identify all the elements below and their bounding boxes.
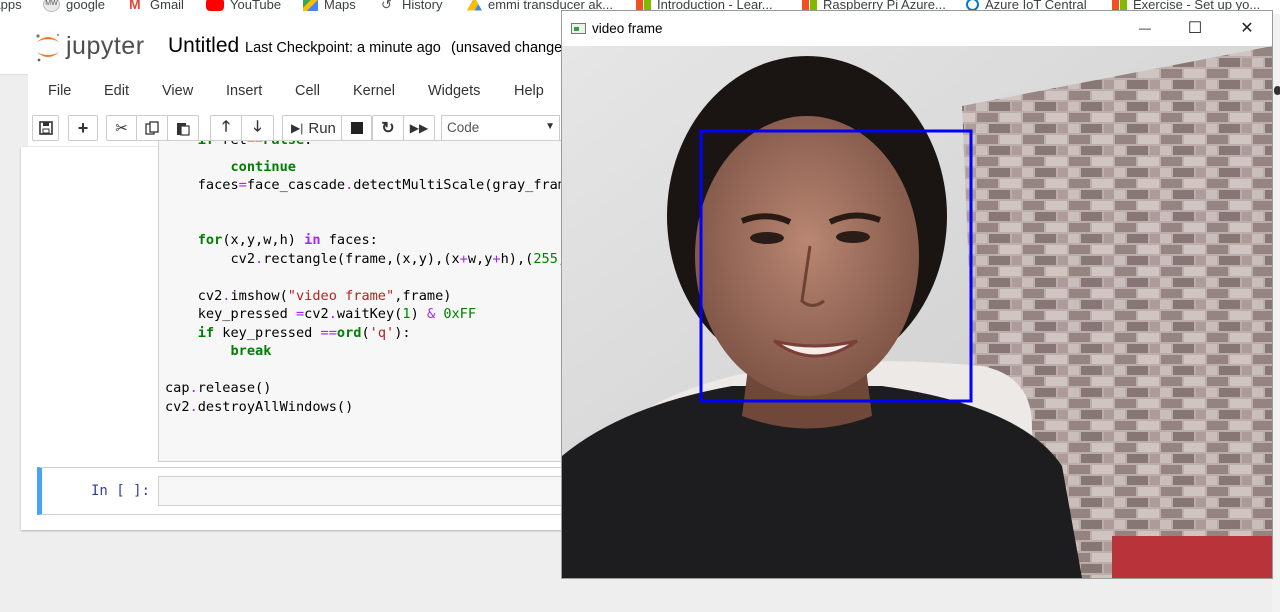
menu-help[interactable]: Help (514, 83, 544, 99)
copy-button[interactable] (136, 115, 168, 141)
code-line: faces=face_cascade.detectMultiScale(gray… (165, 177, 569, 193)
video-frame-window[interactable]: video frame — ☐ ✕ (561, 10, 1273, 579)
fast-forward-icon: ▶▶ (409, 121, 429, 135)
page-scrollbar[interactable] (1272, 14, 1280, 612)
bookmark-apps[interactable]: Apps (0, 0, 22, 13)
left-eye (750, 232, 784, 244)
paste-button[interactable] (167, 115, 199, 141)
notebook-title[interactable]: Untitled (168, 34, 239, 58)
move-up-button[interactable]: 🡑 (210, 115, 242, 141)
menu-toolbar-panel: File Edit View Insert Cell Kernel Widget… (28, 74, 568, 146)
cell-type-select[interactable]: Code ▼ (441, 115, 560, 141)
save-status: (unsaved changes) (451, 40, 575, 56)
microsoft-icon (1112, 0, 1127, 11)
save-button[interactable] (32, 115, 59, 141)
mw-icon: MW (43, 0, 60, 12)
cell-type-value: Code (447, 120, 480, 135)
menu-view[interactable]: View (162, 83, 193, 99)
azure-iot-icon (966, 0, 979, 11)
window-app-icon (571, 23, 586, 34)
bookmark-gmail[interactable]: M Gmail (129, 0, 184, 13)
restart-run-all-button[interactable]: ▶▶ (403, 115, 435, 141)
menu-cell[interactable]: Cell (295, 83, 320, 99)
bookmark-label: History (402, 0, 443, 12)
minimize-icon: — (1139, 21, 1151, 35)
history-icon: ↺ (381, 0, 392, 12)
close-button[interactable]: ✕ (1224, 15, 1270, 41)
arrow-up-icon: 🡑 (222, 117, 230, 135)
code-line: cap.release() (165, 380, 272, 396)
run-label: Run (308, 119, 336, 137)
bookmark-history[interactable]: ↺ History (381, 0, 442, 13)
plus-icon: + (77, 118, 89, 138)
youtube-icon (206, 0, 224, 11)
chevron-down-icon: ▼ (545, 121, 555, 132)
bookmark-youtube[interactable]: YouTube (206, 0, 281, 13)
maps-icon (303, 0, 318, 11)
bookmark-label: Apps (0, 0, 22, 12)
bookmark-label: Gmail (150, 0, 184, 12)
code-line: for(x,y,w,h) in faces: (197, 232, 378, 248)
step-forward-icon: ▶| (291, 121, 304, 135)
bookmark-label: Maps (324, 0, 356, 12)
scroll-thumb[interactable] (1274, 86, 1280, 95)
bookmark-maps[interactable]: Maps (303, 0, 356, 13)
right-eye (836, 231, 870, 243)
microsoft-icon (802, 0, 817, 11)
minimize-button[interactable]: — (1122, 15, 1168, 41)
gmail-icon: M (129, 0, 141, 12)
code-cell-input[interactable]: if ret==False: continue faces=face_casca… (158, 140, 569, 462)
menu-widgets[interactable]: Widgets (428, 83, 480, 99)
red-cushion (1112, 536, 1272, 578)
restart-kernel-button[interactable]: ↻ (372, 115, 404, 141)
insert-cell-button[interactable]: + (68, 115, 98, 141)
cut-button[interactable]: ✂ (106, 115, 137, 141)
paste-icon (177, 122, 190, 136)
bookmark-label: YouTube (230, 0, 282, 12)
jupyter-logo-icon[interactable] (34, 31, 62, 63)
restart-icon: ↻ (381, 120, 395, 137)
save-icon (38, 121, 53, 135)
run-button[interactable]: ▶| Run (282, 115, 342, 141)
bookmark-label: google (66, 0, 106, 12)
menu-file[interactable]: File (48, 83, 71, 99)
checkpoint-status: Last Checkpoint: a minute ago (245, 40, 441, 56)
code-line: cv2.imshow("video frame",frame) (165, 288, 452, 304)
interrupt-kernel-button[interactable] (341, 115, 372, 141)
scissors-icon: ✂ (115, 120, 128, 137)
code-line: cv2.rectangle(frame,(x,y),(x+w,y+h),(255… (165, 251, 569, 267)
jupyter-logo-text[interactable]: jupyter (66, 32, 145, 61)
empty-cell-input[interactable] (158, 476, 568, 506)
microsoft-icon (636, 0, 651, 11)
code-line: break (230, 343, 272, 359)
code-line: if key_pressed ==ord('q'): (197, 325, 411, 341)
window-titlebar[interactable]: video frame — ☐ ✕ (562, 11, 1272, 45)
arrow-down-icon: 🡓 (253, 117, 262, 135)
maximize-icon: ☐ (1187, 20, 1203, 37)
menu-insert[interactable]: Insert (226, 83, 262, 99)
webcam-frame-image (562, 46, 1272, 578)
stop-icon (350, 122, 363, 134)
drive-icon (467, 0, 482, 11)
code-line: cv2.destroyAllWindows() (165, 399, 354, 415)
code-line: key_pressed =cv2.waitKey(1) & 0xFF (165, 306, 477, 322)
move-down-button[interactable]: 🡓 (241, 115, 274, 141)
code-line: continue (230, 159, 296, 175)
cell-prompt: In [ ]: (91, 483, 151, 499)
menu-kernel[interactable]: Kernel (353, 83, 395, 99)
bookmark-google[interactable]: MW google (43, 0, 105, 13)
maximize-button[interactable]: ☐ (1172, 15, 1218, 41)
copy-icon (145, 121, 159, 135)
code-line: if ret==False: (197, 140, 313, 148)
window-title: video frame (592, 21, 663, 36)
menu-edit[interactable]: Edit (104, 83, 129, 99)
close-icon: ✕ (1240, 20, 1254, 37)
